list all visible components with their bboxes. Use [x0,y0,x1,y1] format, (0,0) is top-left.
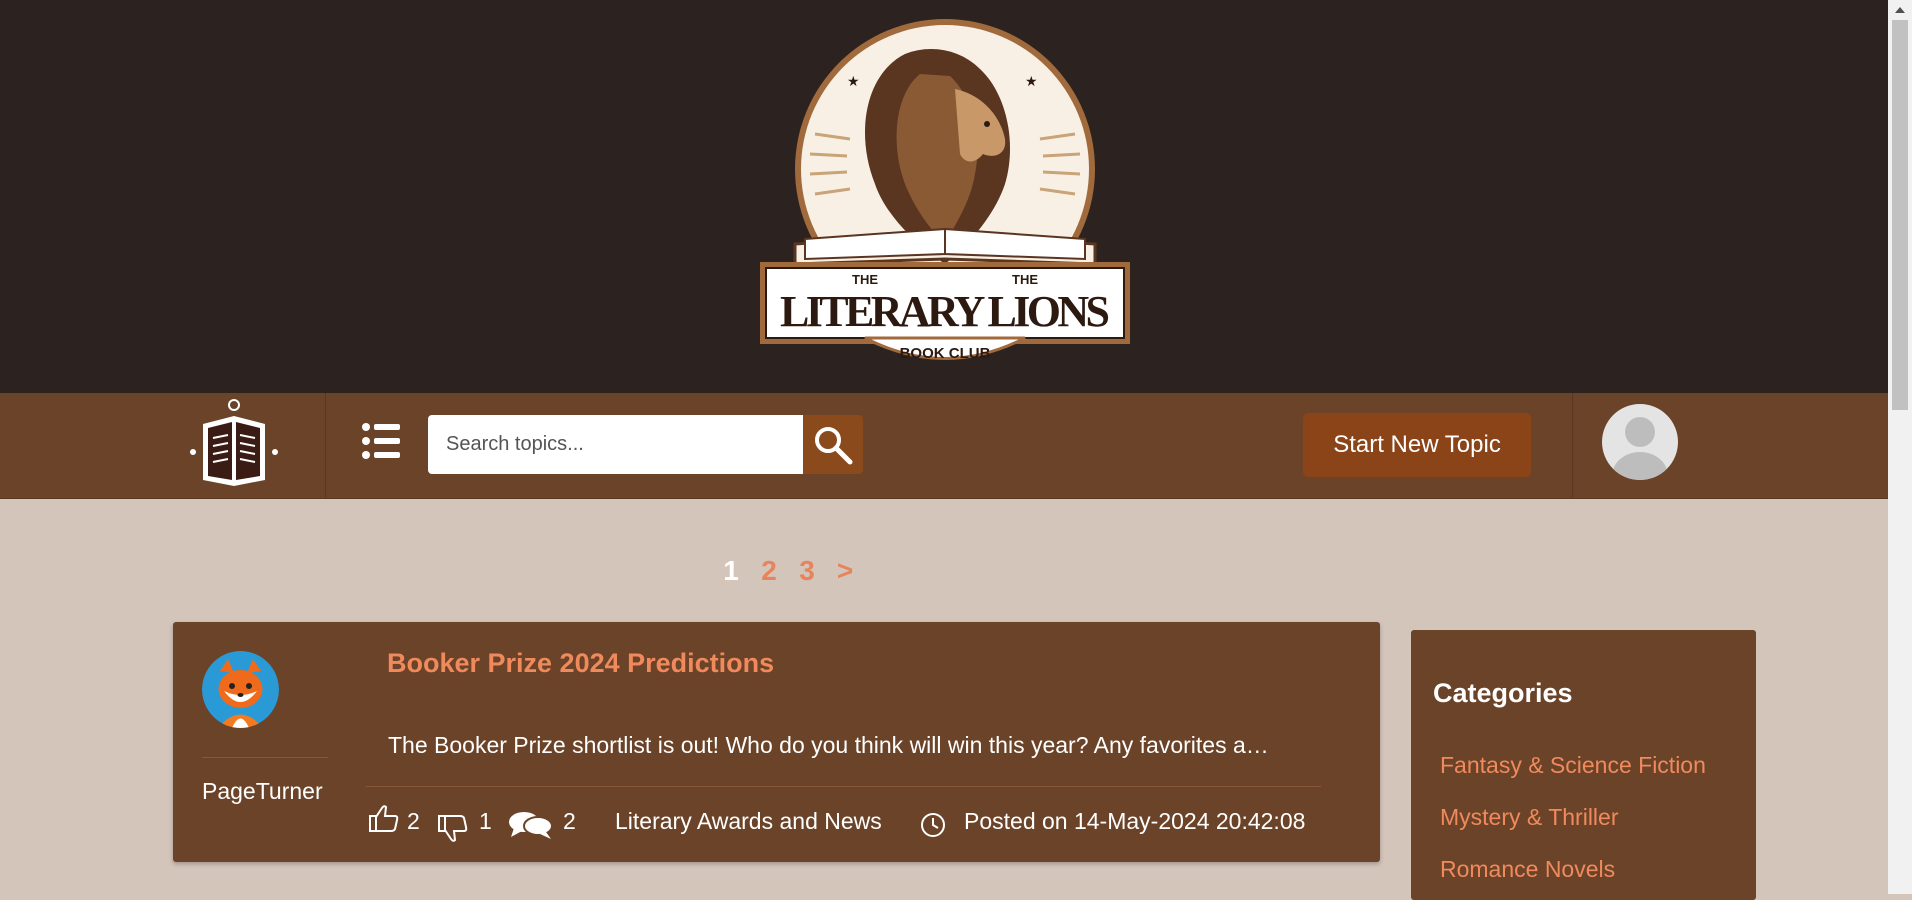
topic-excerpt: The Booker Prize shortlist is out! Who d… [388,732,1269,758]
topic-title-link[interactable]: Booker Prize 2024 Predictions [387,648,774,679]
posted-date: Posted on 14-May-2024 20:42:08 [964,808,1306,834]
search-button[interactable] [803,415,863,474]
search-icon [815,427,853,465]
svg-text:BOOK CLUB: BOOK CLUB [900,345,991,362]
start-new-topic-button[interactable]: Start New Topic [1303,413,1531,477]
page-link-2[interactable]: 2 [750,555,788,595]
search-input[interactable] [428,415,803,474]
author-divider [202,757,328,758]
pagination: 1 2 3 > [712,555,864,595]
page-link-3[interactable]: 3 [788,555,826,595]
svg-text:★: ★ [847,73,860,89]
fox-avatar-icon [202,651,279,728]
home-book-icon[interactable] [186,396,282,488]
comments-icon[interactable] [508,810,554,840]
svg-text:LITERARY LIONS: LITERARY LIONS [780,287,1110,336]
thumbs-up-icon[interactable] [368,804,400,834]
topic-category-link[interactable]: Literary Awards and News [615,808,882,835]
nav-divider [325,393,326,498]
clock-icon [921,813,945,837]
category-link[interactable]: Mystery & Thriller [1440,804,1619,831]
page-next-link[interactable]: > [826,555,864,595]
list-icon[interactable] [362,421,400,461]
likes-count: 2 [407,808,420,834]
category-link[interactable]: Romance Novels [1440,856,1615,883]
author-name[interactable]: PageTurner [202,778,323,805]
dislikes-count: 1 [479,808,492,834]
scrollbar-thumb[interactable] [1892,20,1908,410]
svg-text:THE: THE [1012,272,1038,287]
thumbs-down-icon[interactable] [437,813,469,843]
topic-divider [366,786,1321,787]
comments-count: 2 [563,808,576,834]
user-silhouette-icon [1612,417,1668,480]
svg-text:THE: THE [852,272,878,287]
user-avatar[interactable] [1602,404,1678,480]
author-avatar[interactable] [202,651,279,728]
sidebar-title: Categories [1433,678,1573,708]
scroll-up-arrow-icon[interactable] [1888,0,1912,20]
svg-text:★: ★ [1025,73,1038,89]
literary-lions-logo[interactable]: ★ ★ THE THE LITERARY LIONS BOOK CLUB [755,14,1135,380]
page-link-1[interactable]: 1 [712,555,750,595]
nav-divider [1572,393,1573,498]
category-link[interactable]: Fantasy & Science Fiction [1440,752,1706,779]
